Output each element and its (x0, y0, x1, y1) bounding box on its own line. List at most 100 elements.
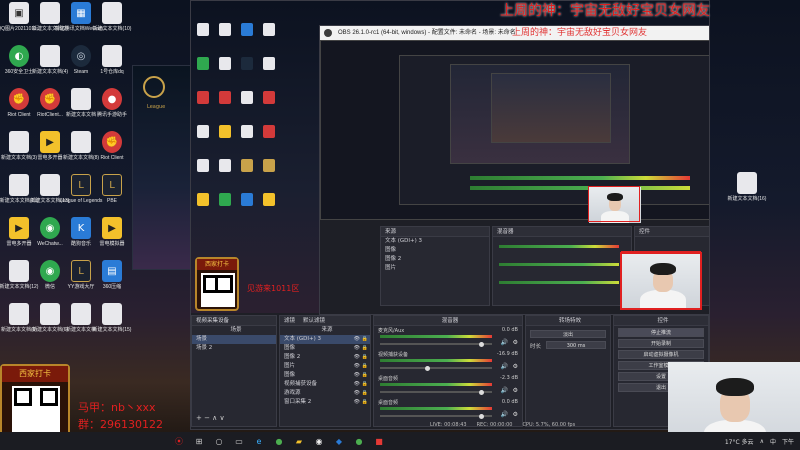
lock-icon[interactable]: 🔒 (362, 362, 368, 371)
transition-select[interactable]: 淡出 (530, 330, 606, 338)
riot-desktop-shortcut[interactable]: ✊ Riot Client (2, 88, 36, 118)
speaker-icon[interactable]: 🔊 (501, 339, 508, 346)
wechat-desktop-shortcut[interactable]: ◉ 微信 (33, 260, 67, 290)
text-file-desktop-shortcut[interactable]: 新建文本文档 (64, 88, 98, 118)
text-file-desktop-shortcut[interactable]: 新建文本文档(12) (0, 260, 38, 290)
source-item[interactable]: 游戏源 👁 🔒 (280, 389, 370, 398)
gear-icon[interactable]: ⚙ (513, 411, 518, 418)
text-file-desktop-shortcut[interactable]: 新建文本文档(4) (32, 45, 68, 75)
riot-icon: ✊ (102, 131, 122, 153)
control-button-2[interactable]: 启动虚拟摄像机 (618, 350, 704, 359)
text-file-desktop-shortcut[interactable]: 1号仓库dq (95, 45, 129, 75)
scenes-dock[interactable]: 视频采集设备 场景 场景 场景 2 + − ∧ ∨ (191, 315, 277, 427)
volume-slider[interactable] (380, 365, 492, 371)
league-client-window[interactable]: League (132, 65, 192, 270)
thunder-desktop-shortcut[interactable]: ▶ 雷电多开器 (2, 217, 36, 247)
source-item[interactable]: 文本 (GDI+) 3 👁 🔒 (280, 335, 370, 344)
duration-input[interactable]: 300 ms (546, 341, 606, 349)
visibility-eye-icon[interactable]: 👁 (354, 380, 360, 389)
text-file-desktop-shortcut[interactable]: 新建文本文档(9) (1, 303, 37, 333)
steam-desktop-shortcut[interactable]: ◎ Steam (64, 45, 98, 75)
lock-icon[interactable]: 🔒 (362, 335, 368, 344)
visibility-eye-icon[interactable]: 👁 (354, 353, 360, 362)
chevron-up-icon[interactable]: ∧ (760, 438, 764, 445)
lock-icon[interactable]: 🔒 (362, 353, 368, 362)
source-item[interactable]: 图片 👁 🔒 (280, 362, 370, 371)
source-item[interactable]: 图像 2 👁 🔒 (280, 353, 370, 362)
obs-taskbar-icon[interactable]: ◉ (312, 434, 326, 448)
lock-icon[interactable]: 🔒 (362, 371, 368, 380)
gear-icon[interactable]: ⚙ (513, 387, 518, 394)
volume-slider-knob[interactable] (478, 341, 484, 347)
search-icon[interactable]: ○ (212, 434, 226, 448)
tencent-game-desktop-shortcut[interactable]: ● 腾讯手游助手 (95, 88, 129, 118)
start-record-icon[interactable]: ⦿ (172, 434, 186, 448)
gear-icon[interactable]: ⚙ (513, 363, 518, 370)
lock-icon[interactable]: 🔒 (362, 398, 368, 407)
thunder-desktop-shortcut[interactable]: ▶ 雷电多开器 (33, 131, 67, 161)
volume-slider[interactable] (380, 341, 492, 347)
tab-filters[interactable]: 滤镜 (284, 316, 295, 325)
visibility-eye-icon[interactable]: 👁 (354, 371, 360, 380)
record-taskbar-icon[interactable]: ■ (372, 434, 386, 448)
control-button-0[interactable]: 停止推流 (618, 328, 704, 337)
360-desktop-shortcut[interactable]: ◐ 360安全卫士 (2, 45, 36, 75)
riot-desktop-shortcut[interactable]: ✊ Riot Client (95, 131, 129, 161)
lock-icon[interactable]: 🔒 (362, 344, 368, 353)
speaker-icon[interactable]: 🔊 (501, 411, 508, 418)
thunder-desktop-shortcut[interactable]: ▶ 雷电模拟器 (95, 217, 129, 247)
desktop-shortcut-label: 新建文本文档(6) (31, 327, 69, 333)
mixer-dock[interactable]: 混音器 麦克风/Aux 0.0 dB 🔊 ⚙ 视频捕获设备 -16.9 dB 🔊 ⚙ 桌面音频 -… (373, 315, 523, 427)
visibility-eye-icon[interactable]: 👁 (354, 389, 360, 398)
language-indicator[interactable]: 中 (770, 437, 776, 446)
kugou-desktop-shortcut[interactable]: K 酷狗音乐 (64, 217, 98, 247)
text-file-desktop-shortcut[interactable]: 新建文本文档(3) (1, 131, 37, 161)
folder-icon[interactable]: ▰ (292, 434, 306, 448)
volume-slider[interactable] (380, 413, 492, 419)
scene-item[interactable]: 场景 (192, 335, 276, 344)
volume-slider-knob[interactable] (478, 413, 484, 419)
text-file-desktop-shortcut[interactable]: 新建文本文档(8) (63, 131, 99, 161)
image-desktop-shortcut[interactable]: ▣ QQ图片20211011... (0, 2, 41, 32)
wechat-taskbar-icon[interactable]: ● (352, 434, 366, 448)
riot-desktop-shortcut[interactable]: ✊ RiotClient... (33, 88, 67, 118)
clock[interactable]: 下午 (782, 437, 794, 446)
speaker-icon[interactable]: 🔊 (501, 387, 508, 394)
tab-default-filter[interactable]: 默认滤镜 (303, 316, 325, 325)
source-item[interactable]: 图像 👁 🔒 (280, 371, 370, 380)
source-item[interactable]: 图像 👁 🔒 (280, 344, 370, 353)
volume-slider-knob[interactable] (478, 389, 484, 395)
text-file-desktop-shortcut[interactable]: 新建文本文档(10) (93, 2, 131, 32)
speaker-icon[interactable]: 🔊 (501, 363, 508, 370)
task-view-icon[interactable]: ▭ (232, 434, 246, 448)
sources-tabs[interactable]: 滤镜 默认滤镜 (280, 316, 370, 326)
scene-add-remove-buttons[interactable]: + − ∧ ∨ (196, 414, 225, 422)
volume-slider[interactable] (380, 389, 492, 395)
chrome-icon[interactable]: ● (272, 434, 286, 448)
visibility-eye-icon[interactable]: 👁 (354, 362, 360, 371)
league-desktop-shortcut[interactable]: L YY游戏大厅 (64, 260, 98, 290)
volume-slider-knob[interactable] (424, 365, 430, 371)
text-file-desktop-shortcut[interactable]: 新建文本文档(6) (31, 303, 69, 333)
lock-icon[interactable]: 🔒 (362, 380, 368, 389)
app-taskbar-icon[interactable]: ◆ (332, 434, 346, 448)
transitions-dock[interactable]: 转场特效 淡出 时长 300 ms (525, 315, 611, 427)
source-item[interactable]: 窗口采集 2 👁 🔒 (280, 398, 370, 407)
text-file-desktop-shortcut[interactable]: 新建文本文档(15) (93, 303, 131, 333)
lock-icon[interactable]: 🔒 (362, 389, 368, 398)
sources-dock[interactable]: 滤镜 默认滤镜 来源 文本 (GDI+) 3 👁 🔒 图像 👁 🔒 图像 2 👁 🔒 图片 👁 🔒 图像… (279, 315, 371, 427)
visibility-eye-icon[interactable]: 👁 (354, 335, 360, 344)
gear-icon[interactable]: ⚙ (513, 339, 518, 346)
visibility-eye-icon[interactable]: 👁 (354, 398, 360, 407)
scene-item[interactable]: 场景 2 (192, 344, 276, 353)
source-item[interactable]: 视频捕获设备 👁 🔒 (280, 380, 370, 389)
edge-icon[interactable]: e (252, 434, 266, 448)
wechat-desktop-shortcut[interactable]: ◉ WeChatw... (33, 217, 67, 247)
text-file-desktop-shortcut[interactable]: 新建文本文档(16) (728, 172, 766, 202)
360-zip-desktop-shortcut[interactable]: ▤ 360压缩 (95, 260, 129, 290)
league-desktop-shortcut[interactable]: L PBE (95, 174, 129, 204)
visibility-eye-icon[interactable]: 👁 (354, 344, 360, 353)
control-button-1[interactable]: 开始录制 (618, 339, 704, 348)
league-desktop-shortcut[interactable]: L League of Legends (60, 174, 102, 204)
windows-start-icon[interactable]: ⊞ (192, 434, 206, 448)
